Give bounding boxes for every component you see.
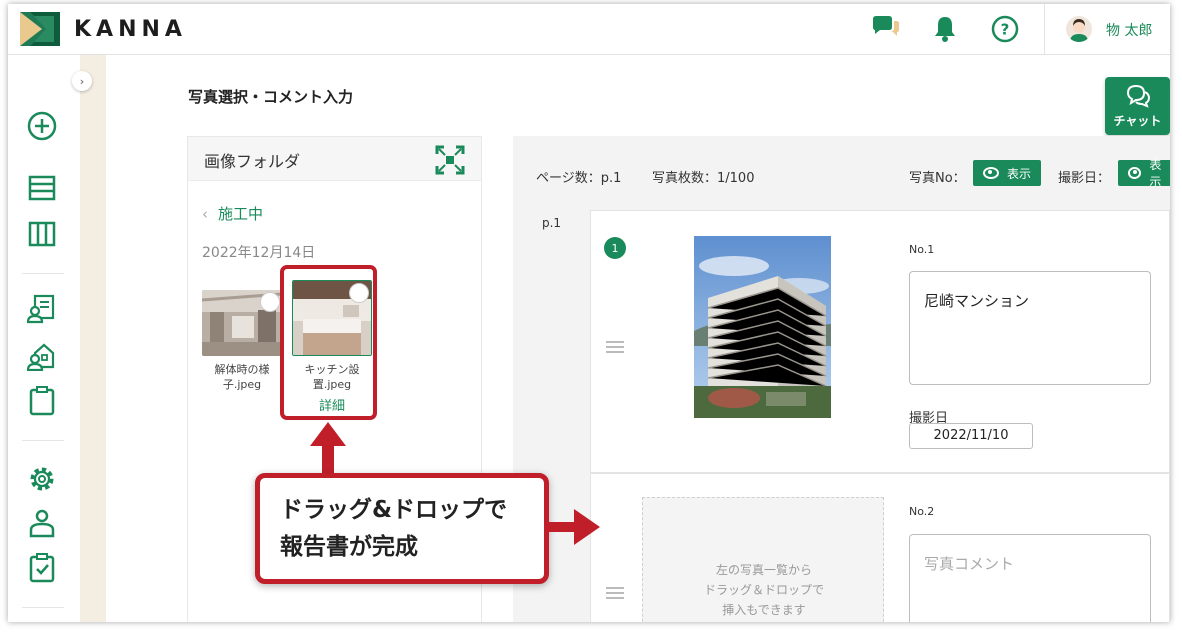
page-title: 写真選択・コメント入力 bbox=[188, 88, 354, 106]
date-toggle-label: 撮影日： bbox=[1058, 171, 1111, 186]
photo-count: 写真枚数：1/100 bbox=[652, 171, 755, 186]
back-link-label: 施工中 bbox=[218, 205, 264, 223]
page-count: ページ数：p.1 bbox=[536, 171, 622, 186]
shooting-date-field[interactable]: 2022/11/10 bbox=[909, 423, 1033, 449]
photo-no-toggle[interactable]: 表示 bbox=[973, 160, 1042, 186]
drop-line-2: ドラッグ＆ドロップで bbox=[703, 583, 824, 597]
user-name[interactable]: 物 太郎 bbox=[1106, 20, 1152, 40]
drop-line-1: 左の写真一覧から bbox=[715, 563, 812, 577]
callout-line-2: 報告書が完成 bbox=[280, 534, 418, 560]
svg-text:?: ? bbox=[1001, 21, 1010, 39]
comment-textbox-1[interactable]: 尼崎マンション bbox=[909, 271, 1151, 385]
house-person-icon[interactable] bbox=[26, 340, 58, 372]
back-link[interactable]: ‹ 施工中 bbox=[202, 203, 263, 224]
toggle-label: 表示 bbox=[1149, 158, 1162, 189]
comment-textbox-2[interactable]: 写真コメント bbox=[909, 534, 1151, 622]
header-divider bbox=[1044, 4, 1045, 54]
avatar[interactable] bbox=[1066, 16, 1092, 42]
photo-no-2: No.2 bbox=[909, 505, 935, 518]
folder-title: 画像フォルダ bbox=[204, 152, 301, 171]
callout-line-1: ドラッグ&ドロップで bbox=[280, 497, 508, 523]
eye-icon bbox=[983, 167, 999, 179]
help-icon[interactable]: ? bbox=[990, 14, 1020, 44]
drag-drop-callout: ドラッグ&ドロップで 報告書が完成 bbox=[255, 473, 549, 584]
chat-button[interactable]: チャット bbox=[1105, 77, 1170, 135]
top-header: KANNA ? 物 太郎 bbox=[8, 4, 1170, 55]
arrow-right-icon bbox=[548, 509, 600, 545]
photo-no-label: 写真No： bbox=[909, 171, 966, 186]
kanna-logo-icon bbox=[20, 12, 60, 46]
list-icon[interactable] bbox=[26, 172, 58, 204]
sidebar-collapse-button[interactable]: › bbox=[72, 71, 92, 91]
photo-drop-zone[interactable]: 左の写真一覧から ドラッグ＆ドロップで 挿入もできます bbox=[642, 497, 884, 622]
chat-button-label: チャット bbox=[1113, 113, 1162, 128]
photo-number-badge: 1 bbox=[604, 237, 626, 259]
clipboard-icon[interactable] bbox=[26, 385, 58, 417]
photo-no-1: No.1 bbox=[909, 243, 935, 256]
sidebar-strip bbox=[80, 55, 106, 622]
app-window: KANNA ? 物 太郎 › 写真選択・コメント入力 チャット 画像フォルダ ‹… bbox=[8, 4, 1170, 622]
toggle-label: 表示 bbox=[1007, 166, 1032, 181]
thumbnail-caption: 解体時の様子.jpeg bbox=[214, 363, 270, 391]
person-icon[interactable] bbox=[26, 507, 58, 539]
add-circle-icon[interactable] bbox=[26, 110, 58, 142]
chevron-left-icon: ‹ bbox=[202, 205, 208, 223]
sidebar-divider bbox=[22, 607, 64, 608]
drop-zone-text: 左の写真一覧から ドラッグ＆ドロップで 挿入もできます bbox=[643, 560, 885, 620]
clipboard-check-icon[interactable] bbox=[26, 552, 58, 584]
highlight-box bbox=[280, 265, 377, 420]
person-card-icon[interactable] bbox=[26, 293, 58, 325]
expand-icon[interactable] bbox=[435, 145, 465, 175]
eye-icon bbox=[1128, 167, 1142, 179]
select-radio[interactable] bbox=[260, 292, 280, 312]
drag-handle-icon[interactable] bbox=[606, 338, 624, 356]
building-photo[interactable] bbox=[694, 236, 831, 418]
drag-handle-icon[interactable] bbox=[606, 584, 624, 602]
bell-icon[interactable] bbox=[930, 14, 960, 44]
page-label: p.1 bbox=[542, 216, 562, 230]
sidebar bbox=[8, 55, 81, 622]
folder-date: 2022年12月14日 bbox=[202, 245, 316, 261]
sidebar-divider bbox=[22, 440, 64, 441]
board-icon[interactable] bbox=[26, 218, 58, 250]
drop-line-3: 挿入もできます bbox=[722, 603, 806, 617]
thumbnail-image bbox=[202, 290, 282, 356]
date-toggle[interactable]: 表示 bbox=[1118, 158, 1170, 189]
logo-text: KANNA bbox=[74, 16, 187, 42]
kanna-logo[interactable]: KANNA bbox=[20, 12, 187, 46]
arrow-up-icon bbox=[310, 422, 346, 478]
chat-bubbles-icon[interactable] bbox=[871, 14, 901, 44]
folder-header: 画像フォルダ bbox=[188, 137, 481, 181]
sidebar-divider bbox=[22, 273, 64, 274]
gear-icon[interactable] bbox=[26, 463, 58, 495]
thumbnail-demolition[interactable]: 解体時の様子.jpeg bbox=[202, 290, 282, 392]
chat-icon bbox=[1126, 84, 1150, 108]
